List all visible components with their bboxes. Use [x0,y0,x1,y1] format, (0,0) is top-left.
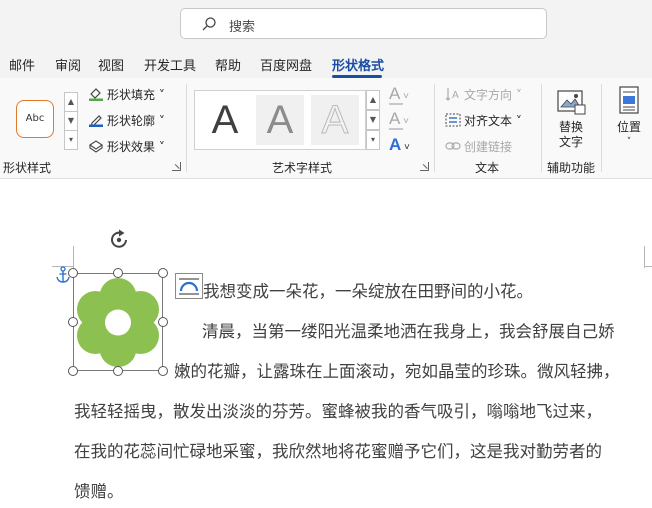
text-fill-color-bar [389,103,403,105]
text-outline-button[interactable]: A ˅ [389,109,409,129]
resize-handle-right[interactable] [158,317,168,327]
pen-icon [89,115,103,127]
shape-styles-group-label: 形状样式 [3,161,52,175]
wordart-more-button[interactable]: ▾ [366,130,380,150]
wordart-group-label: 艺术字样式 [272,161,333,175]
paragraph-line: 嫩的花瓣，让露珠在上面滚动，宛如晶莹的珍珠。微风轻拂， [174,362,620,381]
wordart-style-3[interactable]: A [311,95,359,145]
shape-outline-label: 形状轮廓 [107,114,156,128]
search-icon [202,17,216,31]
align-text-label: 对齐文本 [464,114,513,128]
tab-review[interactable]: 审阅 [55,55,81,74]
group-divider [434,84,435,172]
alt-text-label-line1: 替换 [558,120,583,134]
alt-text-button[interactable]: 替换 文字 [553,88,589,150]
resize-handle-top-left[interactable] [68,268,78,278]
wordart-style-2[interactable]: A [256,95,304,145]
shape-effects-button[interactable]: 形状效果 ˅ [88,138,165,155]
resize-handle-top-right[interactable] [158,268,168,278]
text-outline-icon: A [389,109,401,128]
tab-help[interactable]: 帮助 [215,55,241,74]
tab-view[interactable]: 视图 [98,55,124,74]
flower-shape[interactable] [73,273,163,371]
tab-shape-format[interactable]: 形状格式 [332,55,384,74]
position-button[interactable]: 位置 ˅ [613,86,645,150]
shape-fill-button[interactable]: 形状填充 ˅ [88,86,165,103]
group-divider [541,84,542,172]
text-outline-color-bar [389,128,403,130]
position-label: 位置 [616,120,641,134]
paragraph-line: 我轻轻摇曳，散发出淡淡的芬芳。蜜蜂被我的香气吸引，嗡嗡地飞过来， [74,402,602,421]
chevron-down-icon: ˅ [626,137,632,147]
resize-handle-bottom[interactable] [113,366,123,376]
text-effects-button[interactable]: A ˅ [389,135,410,155]
text-fill-button[interactable]: A ˅ [389,84,409,104]
wordart-gallery[interactable]: A A A [194,90,366,150]
paragraph-line: 在我的花蕊间忙碌地采蜜，我欣然地将花蜜赠予它们，这是我对勤劳者的 [74,442,602,461]
link-icon [445,142,461,150]
layout-options-icon[interactable] [175,273,203,299]
align-text-button[interactable]: 对齐文本 ˅ [445,112,522,129]
ribbon-tabs: 邮件 审阅 视图 开发工具 帮助 百度网盘 形状格式 [0,44,652,78]
position-icon [619,86,639,114]
shape-styles-dialog-launcher[interactable] [172,162,181,171]
margin-corner-mark [73,246,74,268]
tab-mailings[interactable]: 邮件 [9,55,35,74]
shape-effects-label: 形状效果 [107,140,156,154]
alt-text-icon [557,90,586,115]
text-effects-icon: A [389,135,402,154]
text-direction-icon: A [445,88,459,101]
search-box[interactable]: 搜索 [180,8,547,39]
shape-fill-label: 形状填充 [107,88,156,102]
group-divider [186,84,187,172]
title-bar: 搜索 [0,0,652,44]
gallery-more-button[interactable]: ▾ [64,130,78,150]
svg-text:A: A [452,90,459,101]
resize-handle-left[interactable] [68,317,78,327]
text-direction-label: 文字方向 [464,88,513,102]
alt-text-label-line2: 文字 [558,135,583,149]
resize-handle-bottom-right[interactable] [158,366,168,376]
accessibility-group-label: 辅助功能 [547,161,596,175]
align-text-icon [445,113,461,127]
paragraph-line: 清晨，当第一缕阳光温柔地洒在我身上，我会舒展自己娇 [202,322,615,341]
group-divider [601,84,602,172]
tab-baidu-netdisk[interactable]: 百度网盘 [260,55,312,74]
shape-outline-button[interactable]: 形状轮廓 ˅ [88,112,165,129]
shape-style-preview[interactable]: Abc [16,100,54,138]
ribbon: Abc ▲ ▼ ▾ 形状填充 ˅ 形状轮廓 ˅ 形状效果 ˅ 形状样式 A A … [0,78,652,179]
selected-shape-flower[interactable] [68,268,168,376]
text-fill-icon: A [389,84,401,103]
margin-corner-mark [644,266,652,267]
paragraph-line: 馈赠。 [74,482,124,501]
wordart-style-1[interactable]: A [201,95,249,145]
create-link-button[interactable]: 创建链接 [445,138,512,155]
gallery-scroll-down-button[interactable]: ▼ [64,111,78,131]
text-group-label: 文本 [475,161,500,175]
tab-developer[interactable]: 开发工具 [144,55,196,74]
create-link-label: 创建链接 [464,140,513,154]
rotate-handle-icon[interactable] [107,228,133,252]
text-direction-button[interactable]: A 文字方向 ˅ [445,86,522,103]
shape-effects-icon [89,140,103,153]
gallery-scroll-up-button[interactable]: ▲ [64,92,78,112]
search-placeholder: 搜索 [229,20,256,35]
wordart-dialog-launcher[interactable] [420,162,429,171]
margin-corner-mark [644,246,645,268]
wordart-scroll-up-button[interactable]: ▲ [366,90,380,110]
resize-handle-top[interactable] [113,268,123,278]
resize-handle-bottom-left[interactable] [68,366,78,376]
paint-bucket-icon [89,88,103,101]
paragraph-line: 我想变成一朵花，一朵绽放在田野间的小花。 [203,282,533,301]
flower-center [105,309,131,336]
wordart-scroll-down-button[interactable]: ▼ [366,110,380,130]
